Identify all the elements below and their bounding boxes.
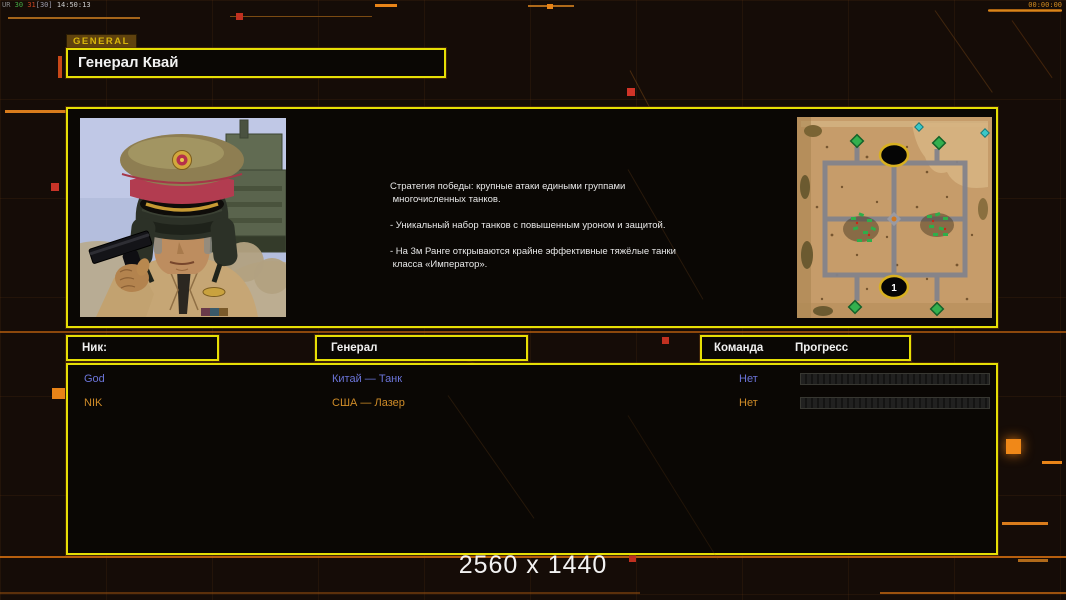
general-select-box[interactable]: Генерал Квай — [66, 48, 446, 78]
description-line: - Уникальный набор танков с повышенным у… — [390, 219, 730, 232]
deco-line — [375, 4, 397, 7]
deco-line — [5, 110, 67, 113]
description-line — [390, 232, 730, 245]
player-nick: God — [84, 369, 105, 389]
player-general: США — Лазер — [332, 393, 405, 413]
player-team: Нет — [739, 393, 758, 413]
deco-square — [547, 4, 553, 9]
deco-square — [662, 337, 669, 344]
header-general-label: Генерал — [331, 337, 377, 359]
spawn-number-label: 1 — [891, 283, 897, 294]
deco-square — [236, 13, 243, 20]
debug-status-text: UR 30 31[30] 14:50:13 — [2, 1, 91, 9]
game-clock: 00:00:00 — [1028, 1, 1062, 9]
table-row[interactable]: NIK США — Лазер Нет — [68, 393, 996, 413]
deco-trace — [448, 395, 535, 518]
header-team-progress: Команда Прогресс — [700, 335, 911, 361]
deco-line — [1042, 461, 1062, 464]
description-line: Стратегия победы: крупные атаки едиными … — [390, 180, 730, 193]
deco-square — [51, 183, 59, 191]
map-preview: 1 — [797, 117, 992, 318]
description-line — [390, 206, 730, 219]
general-portrait — [80, 118, 286, 317]
deco-trace — [628, 415, 719, 560]
description-line: класса «Император». — [390, 258, 730, 271]
general-description: Стратегия победы: крупные атаки едиными … — [390, 180, 730, 271]
minimap-image: 1 — [797, 117, 992, 318]
spawn-point-top — [880, 144, 908, 166]
general-title: Генерал Квай — [78, 54, 178, 71]
description-line: - На 3м Ранге открываются крайне эффекти… — [390, 245, 730, 258]
player-progress-bar — [800, 373, 990, 385]
general-tag-label: GENERAL — [66, 34, 137, 49]
deco-square — [52, 388, 65, 399]
deco-line — [230, 16, 372, 17]
deco-line — [0, 592, 640, 594]
debug-segment: [30] — [36, 1, 57, 9]
deco-square — [627, 88, 635, 96]
resolution-label: 2560 x 1440 — [0, 551, 1066, 580]
header-team-label: Команда — [714, 337, 763, 359]
clock-bar — [988, 9, 1062, 12]
player-team: Нет — [739, 369, 758, 389]
header-nick: Ник: — [66, 335, 219, 361]
deco-square — [1006, 439, 1021, 454]
header-general: Генерал — [315, 335, 528, 361]
deco-tick — [58, 56, 62, 78]
header-progress-label: Прогресс — [795, 337, 848, 359]
player-table-panel: God Китай — Танк Нет NIK США — Лазер Нет — [66, 363, 998, 555]
debug-segment: 31 — [27, 1, 35, 9]
debug-segment: 14:50:13 — [57, 1, 91, 9]
general-info-panel: Стратегия победы: крупные атаки едиными … — [66, 107, 998, 328]
deco-line — [0, 331, 1066, 333]
general-portrait-image — [80, 118, 286, 317]
player-progress-bar — [800, 397, 990, 409]
debug-segment: 30 — [15, 1, 28, 9]
table-row[interactable]: God Китай — Танк Нет — [68, 369, 996, 389]
description-line: многочисленных танков. — [390, 193, 730, 206]
player-general: Китай — Танк — [332, 369, 402, 389]
player-nick: NIK — [84, 393, 102, 413]
deco-line — [880, 592, 1066, 594]
lobby-screen: UR 30 31[30] 14:50:13 00:00:00 GENERAL Г… — [0, 0, 1066, 600]
header-nick-label: Ник: — [82, 337, 107, 359]
debug-segment: UR — [2, 1, 15, 9]
deco-line — [1002, 522, 1048, 525]
deco-line — [8, 17, 140, 19]
